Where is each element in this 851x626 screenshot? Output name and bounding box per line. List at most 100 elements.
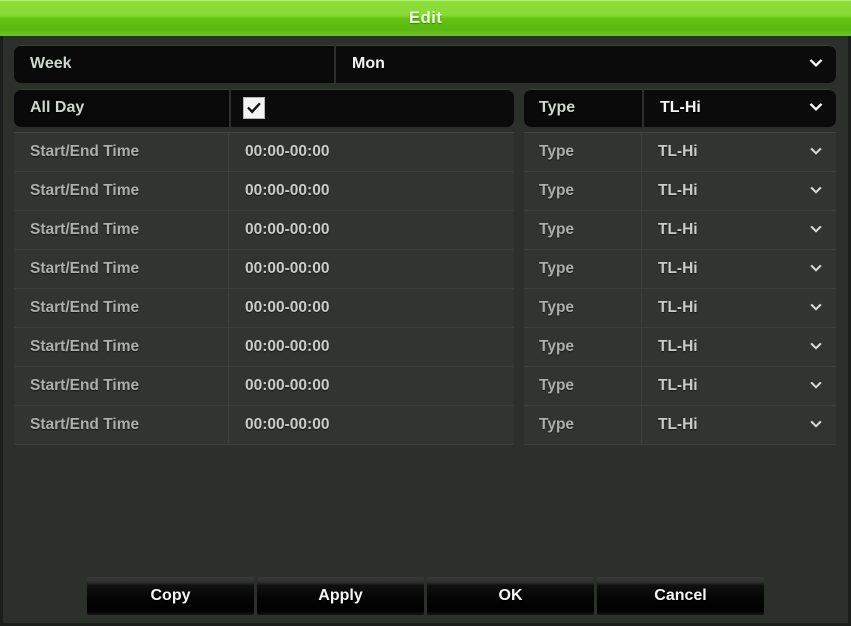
all-day-type-value: TL-Hi (660, 99, 701, 116)
table-row[interactable]: Type TL-Hi (524, 328, 836, 367)
type-value: TL-Hi (658, 143, 698, 160)
all-day-type-group: Type TL-Hi (524, 89, 836, 127)
type-label: Type (539, 338, 575, 355)
start-end-time-label: Start/End Time (30, 260, 140, 277)
all-day-type-label-cell: Type (524, 89, 642, 127)
copy-button[interactable]: Copy (87, 577, 254, 615)
chevron-down-icon (810, 225, 822, 233)
type-dropdown[interactable]: TL-Hi (642, 328, 836, 366)
all-day-row: All Day Type TL-Hi (14, 89, 836, 127)
chevron-down-icon (810, 381, 822, 389)
table-row[interactable]: Type TL-Hi (524, 367, 836, 406)
type-dropdown[interactable]: TL-Hi (642, 211, 836, 249)
start-end-time-value: 00:00-00:00 (245, 182, 330, 199)
type-label-cell: Type (524, 172, 642, 210)
all-day-checkbox[interactable] (243, 97, 265, 119)
dialog-title: Edit (408, 8, 443, 27)
type-dropdown[interactable]: TL-Hi (642, 250, 836, 288)
type-label-cell: Type (524, 289, 642, 327)
type-dropdown[interactable]: TL-Hi (642, 172, 836, 210)
start-end-time-value: 00:00-00:00 (245, 299, 330, 316)
start-end-time-label-cell: Start/End Time (14, 289, 229, 327)
start-end-time-label: Start/End Time (30, 182, 140, 199)
table-row[interactable]: Type TL-Hi (524, 133, 836, 172)
chevron-down-icon (809, 59, 823, 67)
table-row[interactable]: Start/End Time 00:00-00:00 (14, 211, 514, 250)
type-dropdown[interactable]: TL-Hi (642, 289, 836, 327)
type-dropdown[interactable]: TL-Hi (642, 133, 836, 171)
all-day-type-label: Type (539, 99, 576, 116)
type-label-cell: Type (524, 250, 642, 288)
table-row[interactable]: Start/End Time 00:00-00:00 (14, 133, 514, 172)
type-label: Type (539, 377, 575, 394)
chevron-down-icon (810, 264, 822, 272)
table-row[interactable]: Type TL-Hi (524, 406, 836, 445)
start-end-time-value-cell[interactable]: 00:00-00:00 (229, 289, 514, 327)
dialog-button-bar: Copy Apply OK Cancel (3, 577, 848, 615)
start-end-time-value-cell[interactable]: 00:00-00:00 (229, 328, 514, 366)
table-row[interactable]: Type TL-Hi (524, 211, 836, 250)
start-end-time-value-cell[interactable]: 00:00-00:00 (229, 133, 514, 171)
type-value: TL-Hi (658, 377, 698, 394)
start-end-time-label: Start/End Time (30, 143, 140, 160)
type-label-cell: Type (524, 133, 642, 171)
type-label-cell: Type (524, 328, 642, 366)
cancel-button[interactable]: Cancel (597, 577, 764, 615)
week-label: Week (30, 55, 72, 72)
start-end-time-value: 00:00-00:00 (245, 377, 330, 394)
type-dropdown[interactable]: TL-Hi (642, 367, 836, 405)
table-row[interactable]: Type TL-Hi (524, 172, 836, 211)
start-end-time-value: 00:00-00:00 (245, 260, 330, 277)
type-dropdown[interactable]: TL-Hi (642, 406, 836, 444)
start-end-time-label: Start/End Time (30, 377, 140, 394)
table-row[interactable]: Start/End Time 00:00-00:00 (14, 172, 514, 211)
ok-button[interactable]: OK (427, 577, 594, 615)
start-end-time-value-cell[interactable]: 00:00-00:00 (229, 367, 514, 405)
type-label: Type (539, 143, 575, 160)
type-value: TL-Hi (658, 338, 698, 355)
type-value: TL-Hi (658, 260, 698, 277)
start-end-time-label-cell: Start/End Time (14, 367, 229, 405)
table-row[interactable]: Start/End Time 00:00-00:00 (14, 328, 514, 367)
table-row[interactable]: Type TL-Hi (524, 289, 836, 328)
start-end-time-value-cell[interactable]: 00:00-00:00 (229, 211, 514, 249)
start-end-time-value: 00:00-00:00 (245, 221, 330, 238)
week-label-cell: Week (14, 45, 334, 83)
table-row[interactable]: Start/End Time 00:00-00:00 (14, 367, 514, 406)
table-row[interactable]: Start/End Time 00:00-00:00 (14, 250, 514, 289)
chevron-down-icon (809, 103, 823, 111)
start-end-time-value: 00:00-00:00 (245, 143, 330, 160)
start-end-time-value-cell[interactable]: 00:00-00:00 (229, 406, 514, 444)
start-end-time-label-cell: Start/End Time (14, 133, 229, 171)
table-row[interactable]: Start/End Time 00:00-00:00 (14, 406, 514, 445)
chevron-down-icon (810, 420, 822, 428)
type-value: TL-Hi (658, 221, 698, 238)
week-dropdown[interactable]: Mon (334, 45, 836, 83)
start-end-time-value: 00:00-00:00 (245, 338, 330, 355)
start-end-time-label-cell: Start/End Time (14, 406, 229, 444)
start-end-time-value-cell[interactable]: 00:00-00:00 (229, 172, 514, 210)
start-end-time-value: 00:00-00:00 (245, 416, 330, 433)
table-row[interactable]: Start/End Time 00:00-00:00 (14, 289, 514, 328)
start-end-time-label-cell: Start/End Time (14, 250, 229, 288)
type-label-cell: Type (524, 367, 642, 405)
edit-schedule-dialog: Edit Week Mon All Day Type TL-Hi Start/E… (0, 0, 851, 626)
start-end-time-label-cell: Start/End Time (14, 172, 229, 210)
type-value: TL-Hi (658, 182, 698, 199)
start-end-time-label: Start/End Time (30, 338, 140, 355)
start-end-time-label: Start/End Time (30, 416, 140, 433)
type-label: Type (539, 260, 575, 277)
all-day-type-dropdown[interactable]: TL-Hi (642, 89, 836, 127)
all-day-checkbox-cell[interactable] (229, 89, 514, 127)
all-day-left-group: All Day (14, 89, 514, 127)
schedule-type-list: Type TL-Hi Type TL-Hi Type TL-Hi Type TL… (524, 132, 836, 445)
apply-button[interactable]: Apply (257, 577, 424, 615)
table-row[interactable]: Type TL-Hi (524, 250, 836, 289)
all-day-label: All Day (30, 99, 85, 116)
start-end-time-label: Start/End Time (30, 221, 140, 238)
start-end-time-value-cell[interactable]: 00:00-00:00 (229, 250, 514, 288)
chevron-down-icon (810, 303, 822, 311)
week-row: Week Mon (14, 45, 836, 83)
type-label: Type (539, 182, 575, 199)
all-day-label-cell: All Day (14, 89, 229, 127)
